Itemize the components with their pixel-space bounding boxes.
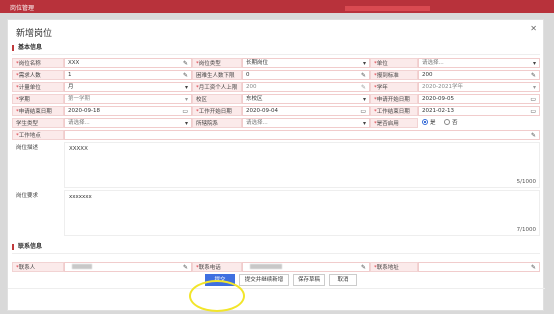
semester-label: *学期 [12,94,64,104]
chevron-down-icon: ▾ [532,84,536,91]
dept-label: 所辖院系 [192,118,242,128]
work-start-label: *工作开始日期 [192,106,242,116]
contact-address-input[interactable]: ✎ [418,262,540,272]
radio-no[interactable] [444,119,451,125]
app-header: 岗位管理 [0,0,554,13]
radio-yes-label: 是 [430,120,436,126]
campus-label: 校区 [192,94,242,104]
location-input[interactable]: ✎ [64,130,540,140]
redacted-value [250,264,282,269]
requirement-textarea[interactable]: xxxxxxx 7/1000 [64,190,540,236]
contact-phone-input[interactable]: ✎ [242,262,370,272]
requirement-char-count: 7/1000 [516,227,536,233]
calendar-icon: ▭ [360,108,366,115]
contact-person-label: *联系人 [12,262,64,272]
sign-quota-label: *报到标准 [370,70,418,80]
description-char-count: 5/1000 [516,179,536,185]
contact-person-input[interactable]: ✎ [64,262,192,272]
edit-icon: ✎ [530,72,536,79]
post-name-input[interactable]: XXX ✎ [64,58,192,68]
school-year-label: *学年 [370,82,418,92]
redacted-value [72,264,92,269]
section-basic-info: 基本信息 [12,45,42,51]
semester-select[interactable]: 第一学期 ▾ [64,94,192,104]
chevron-down-icon: ▾ [362,120,366,127]
work-end-date[interactable]: 2021-02-13 ▭ [418,106,540,116]
chevron-down-icon: ▾ [532,60,536,67]
chevron-down-icon: ▾ [184,84,188,91]
radio-yes[interactable] [422,119,428,125]
dept-select[interactable]: 请选择... ▾ [242,118,370,128]
work-start-date[interactable]: 2020-09-04 ▭ [242,106,370,116]
post-name-label: *岗位名称 [12,58,64,68]
divider [12,253,540,254]
min-students-input[interactable]: 0 ✎ [242,70,370,80]
school-year-select[interactable]: 2020-2021学年 ▾ [418,82,540,92]
requirement-text: xxxxxxx [69,194,92,200]
contact-address-label: *联系地址 [370,262,418,272]
apply-start-label: *申请开始日期 [370,94,418,104]
calendar-icon: ▭ [530,96,536,103]
student-type-select[interactable]: 请选择... ▾ [64,118,192,128]
contact-phone-label: *联系电话 [192,262,242,272]
section-contact-info: 联系信息 [12,244,42,250]
dialog-title: 新增岗位 [16,29,53,39]
edit-icon: ✎ [530,132,536,139]
monthly-cap-input[interactable]: 200 ✎ [242,82,370,92]
submit-and-continue-button[interactable]: 提交并继续新增 [239,274,289,286]
student-type-label: 学生类型 [12,118,64,128]
save-draft-button[interactable]: 保存草稿 [293,274,325,286]
apply-end-label: *申请结束日期 [12,106,64,116]
post-type-label: *岗位类型 [192,58,242,68]
edit-icon: ✎ [360,84,366,91]
requirement-label: 岗位要求 [12,190,64,200]
cancel-button[interactable]: 取消 [329,274,357,286]
location-label: *工作地点 [12,130,64,140]
calc-unit-label: *计量单位 [12,82,64,92]
demand-count-input[interactable]: 1 ✎ [64,70,192,80]
calendar-icon: ▭ [530,108,536,115]
calendar-icon: ▭ [182,108,188,115]
edit-icon: ✎ [360,264,366,271]
add-post-dialog: 新增岗位 ✕ 基本信息 *岗位名称 XXX ✎ *岗位类型 长期岗位 ▾ *单位 请… [7,19,545,311]
description-text: XXXXX [69,146,88,152]
apply-start-date[interactable]: 2020-09-05 ▭ [418,94,540,104]
chevron-down-icon: ▾ [184,96,188,103]
campus-select[interactable]: 东校区 ▾ [242,94,370,104]
chevron-down-icon: ▾ [184,120,188,127]
footer-divider [8,288,545,289]
divider [12,54,540,55]
description-textarea[interactable]: XXXXX 5/1000 [64,142,540,188]
highlight-annotation-circle [189,280,245,312]
chevron-down-icon: ▾ [362,60,366,67]
enabled-radio-group: 是 否 [418,118,540,128]
edit-icon: ✎ [530,264,536,271]
unit-select[interactable]: 请选择... ▾ [418,58,540,68]
post-type-select[interactable]: 长期岗位 ▾ [242,58,370,68]
apply-end-date[interactable]: 2020-09-18 ▭ [64,106,192,116]
close-icon[interactable]: ✕ [530,24,537,33]
chevron-down-icon: ▾ [362,96,366,103]
monthly-cap-label: *月工资个人上限 [192,82,242,92]
radio-no-label: 否 [452,120,458,126]
edit-icon: ✎ [182,60,188,67]
demand-count-label: *需求人数 [12,70,64,80]
unit-label: *单位 [370,58,418,68]
description-label: 岗位描述 [12,142,64,152]
enabled-label: *是否启用 [370,118,418,128]
sign-quota-input[interactable]: 200 ✎ [418,70,540,80]
tab-post-management[interactable]: 岗位管理 [10,3,34,12]
edit-icon: ✎ [182,264,188,271]
work-end-label: *工作结束日期 [370,106,418,116]
edit-icon: ✎ [360,72,366,79]
header-decoration [345,6,430,11]
min-students-label: 困难生人数下限 [192,70,242,80]
calc-unit-select[interactable]: 月 ▾ [64,82,192,92]
edit-icon: ✎ [182,72,188,79]
